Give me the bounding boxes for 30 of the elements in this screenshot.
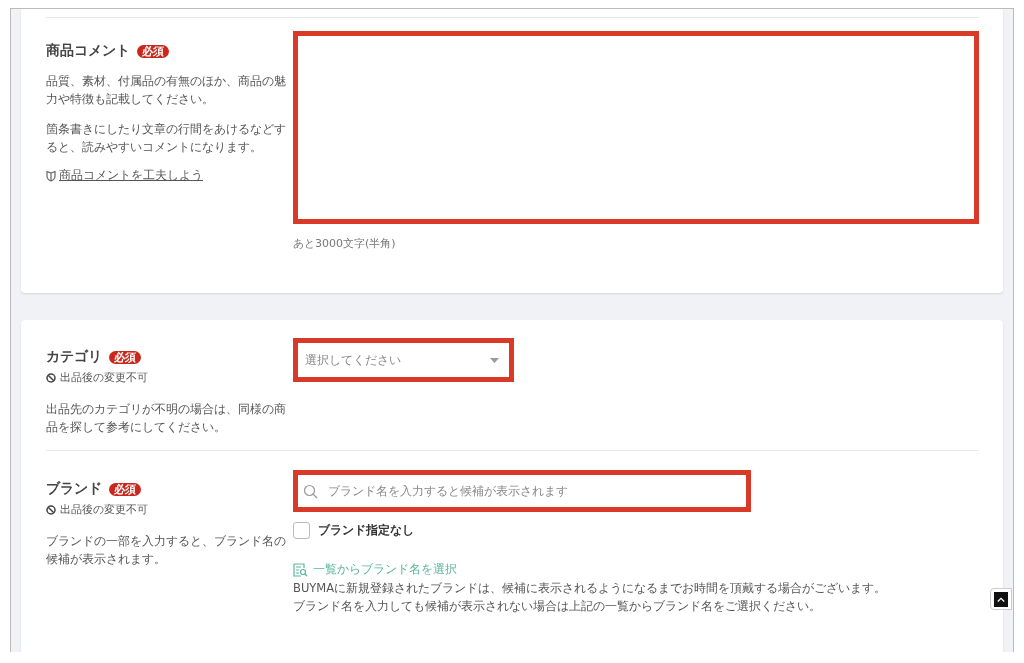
field-description: ブランドの一部を入力すると、ブランド名の候補が表示されます。	[46, 533, 286, 568]
tips-link[interactable]: 商品コメントを工夫しよう	[59, 168, 203, 183]
character-count: あと3000文字(半角)	[293, 236, 397, 251]
back-to-top-button[interactable]	[990, 588, 1012, 610]
up-caret-icon	[994, 591, 1008, 607]
lock-note: 出品後の変更不可	[60, 370, 148, 385]
shield-icon	[46, 169, 56, 182]
field-title: 商品コメント	[46, 42, 130, 60]
required-badge: 必須	[137, 44, 169, 58]
list-search-icon	[293, 562, 308, 577]
comment-textarea[interactable]	[293, 31, 979, 224]
checkbox-label: ブランド指定なし	[318, 522, 414, 539]
field-description: 出品先のカテゴリが不明の場合は、同様の商品を探して参考にしてください。	[46, 401, 286, 436]
brand-note: BUYMAに新規登録されたブランドは、候補に表示されるようになるまでお時間を頂戴する場合がございます。	[293, 581, 888, 596]
lock-note: 出品後の変更不可	[60, 502, 148, 517]
search-icon	[303, 484, 318, 499]
field-description: 箇条書きにしたり文章の行間をあけるなどすると、読みやすいコメントになります。	[46, 121, 286, 156]
field-title: カテゴリ	[46, 348, 102, 366]
brand-list-link[interactable]: 一覧からブランド名を選択	[313, 561, 457, 578]
field-description: 品質、素材、付属品の有無のほか、商品の魅力や特徴も記載してください。	[46, 73, 286, 108]
category-select[interactable]: 選択してください	[293, 338, 514, 382]
required-badge: 必須	[109, 350, 141, 364]
brand-note: ブランド名を入力しても候補が表示されない場合は上記の一覧からブランド名をご選択ください。	[293, 599, 822, 614]
caret-icon	[490, 357, 499, 363]
field-title: ブランド	[46, 480, 102, 498]
prohibited-icon	[46, 504, 56, 515]
prohibited-icon	[46, 372, 56, 383]
brand-search-field[interactable]: ブランド名を入力すると候補が表示されます	[293, 470, 751, 512]
required-badge: 必須	[109, 482, 141, 496]
checkbox[interactable]	[293, 522, 310, 539]
